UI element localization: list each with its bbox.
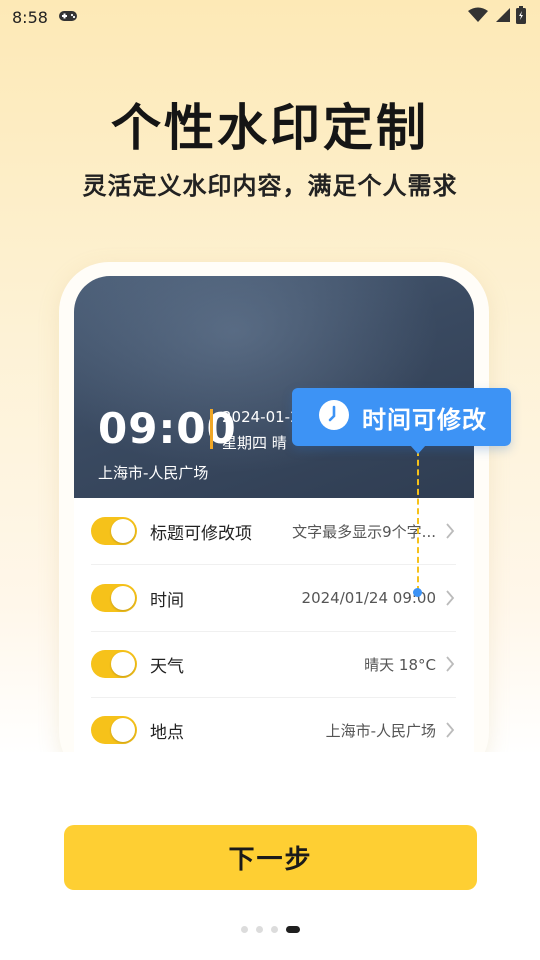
chevron-right-icon xyxy=(446,590,455,606)
wifi-icon xyxy=(468,7,488,27)
gamepad-icon xyxy=(58,8,78,27)
battery-icon xyxy=(516,6,526,28)
page-dot xyxy=(255,925,263,933)
tooltip-text: 时间可修改 xyxy=(362,405,487,434)
watermark-settings-list: 标题可修改项 文字最多显示9个字... 时间 2024/01/24 09:00 … xyxy=(74,498,474,755)
watermark-preview: 09:00 2024-01-2 星期四 晴 上海市-人民广场 xyxy=(74,276,474,498)
page-dot xyxy=(240,925,248,933)
next-step-button[interactable]: 下一步 xyxy=(64,825,477,890)
page-dot xyxy=(270,925,278,933)
watermark-weekday-weather: 星期四 晴 xyxy=(222,434,287,452)
setting-row-title[interactable]: 标题可修改项 文字最多显示9个字... xyxy=(91,498,456,565)
toggle-switch[interactable] xyxy=(91,517,137,545)
signal-icon xyxy=(494,7,510,27)
status-time: 8:58 xyxy=(12,7,48,27)
chevron-right-icon xyxy=(446,722,455,738)
toggle-switch[interactable] xyxy=(91,584,137,612)
status-bar: 8:58 xyxy=(0,0,540,34)
page-subtitle: 灵活定义水印内容，满足个人需求 xyxy=(82,172,458,200)
watermark-date: 2024-01-2 xyxy=(222,408,300,426)
setting-value: 文字最多显示9个字... xyxy=(292,522,436,541)
page-dot-active xyxy=(285,925,300,933)
setting-row-time[interactable]: 时间 2024/01/24 09:00 xyxy=(91,565,456,632)
tooltip-connector xyxy=(417,450,419,592)
time-editable-tooltip: 时间可修改 xyxy=(292,388,511,454)
setting-value: 上海市-人民广场 xyxy=(325,721,436,740)
chevron-right-icon xyxy=(446,656,455,672)
chevron-right-icon xyxy=(446,523,455,539)
watermark-divider xyxy=(210,409,213,449)
setting-value: 晴天 18°C xyxy=(364,655,436,674)
setting-label: 标题可修改项 xyxy=(150,523,252,544)
toggle-switch[interactable] xyxy=(91,650,137,678)
page-title: 个性水印定制 xyxy=(111,99,429,157)
toggle-switch[interactable] xyxy=(91,716,137,744)
page-indicator xyxy=(0,924,540,934)
watermark-time: 09:00 xyxy=(98,404,237,453)
setting-label: 时间 xyxy=(150,590,184,611)
setting-label: 地点 xyxy=(150,722,184,743)
setting-label: 天气 xyxy=(150,656,184,677)
tooltip-anchor-dot xyxy=(413,588,422,597)
setting-row-weather[interactable]: 天气 晴天 18°C xyxy=(91,631,456,698)
clock-icon xyxy=(318,399,350,435)
tooltip-arrow xyxy=(410,445,426,454)
watermark-location: 上海市-人民广场 xyxy=(98,464,209,482)
